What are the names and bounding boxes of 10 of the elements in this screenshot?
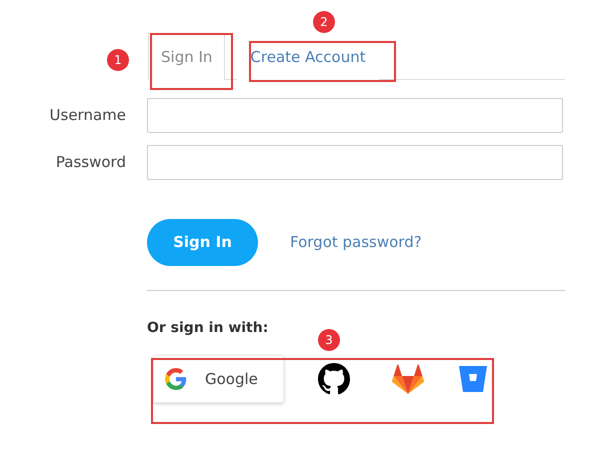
field-label: Password bbox=[54, 152, 126, 174]
tab[interactable]: Sign In bbox=[148, 33, 226, 80]
field-label: Username bbox=[48, 105, 126, 126]
step-number: 3 bbox=[318, 329, 340, 351]
step-number: 1 bbox=[107, 49, 129, 71]
forgot-password-link[interactable]: Forgot password? bbox=[290, 231, 422, 254]
sign-in-button[interactable]: Sign In bbox=[147, 219, 258, 266]
google-button[interactable]: Google bbox=[153, 355, 284, 403]
social-heading: Or sign in with: bbox=[147, 319, 270, 338]
step-number: 2 bbox=[313, 11, 335, 33]
